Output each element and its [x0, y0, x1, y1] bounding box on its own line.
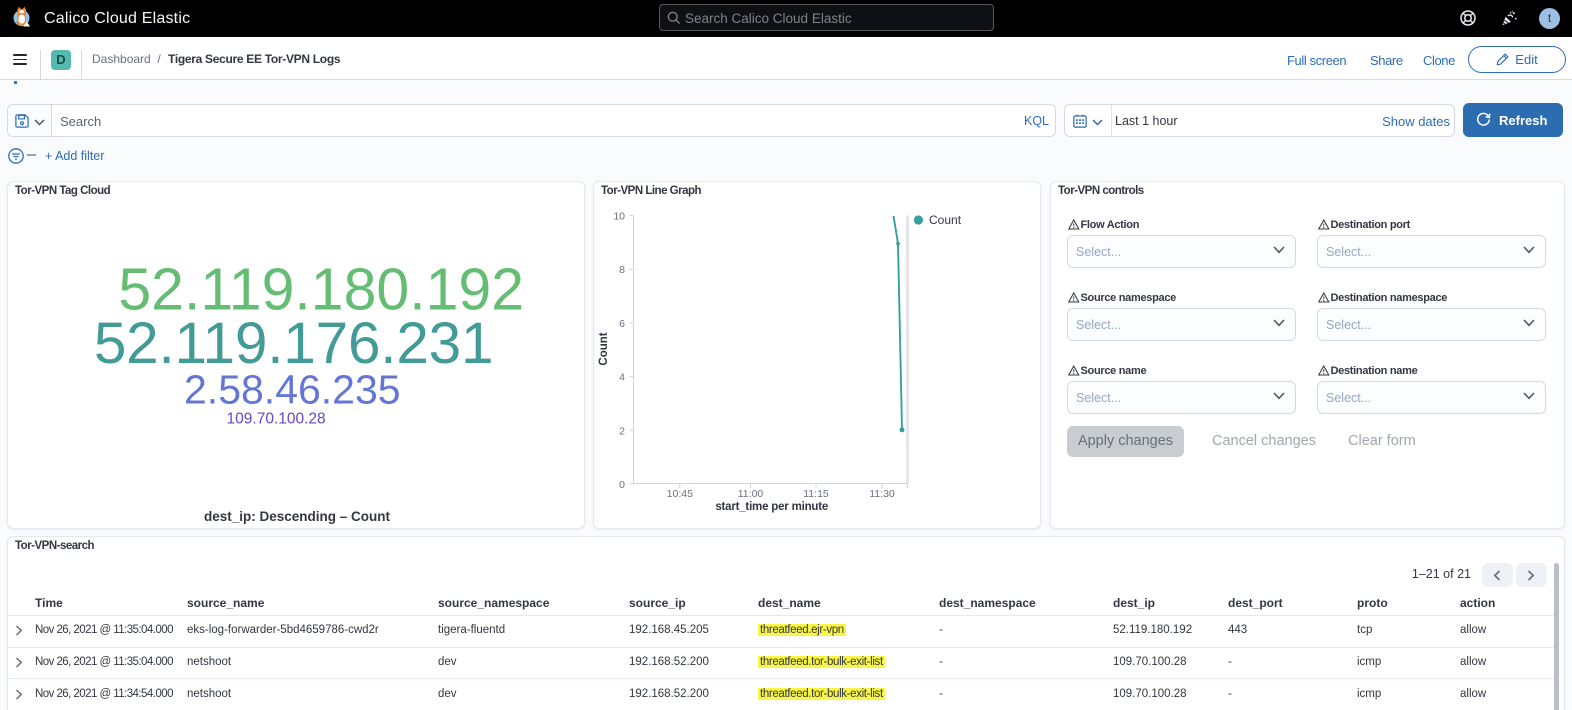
svg-text:11:00: 11:00 — [738, 488, 764, 500]
svg-text:4: 4 — [619, 372, 625, 384]
svg-text:2: 2 — [619, 425, 625, 437]
svg-text:start_time per minute: start_time per minute — [715, 501, 828, 513]
svg-text:8: 8 — [619, 264, 625, 276]
svg-text:10: 10 — [613, 211, 625, 223]
svg-text:10:45: 10:45 — [667, 488, 693, 500]
svg-text:11:15: 11:15 — [803, 488, 829, 500]
svg-text:Count: Count — [929, 213, 962, 227]
svg-text:6: 6 — [619, 318, 625, 330]
svg-text:0: 0 — [619, 479, 625, 491]
svg-text:Count: Count — [598, 332, 610, 365]
svg-text:11:30: 11:30 — [869, 488, 895, 500]
